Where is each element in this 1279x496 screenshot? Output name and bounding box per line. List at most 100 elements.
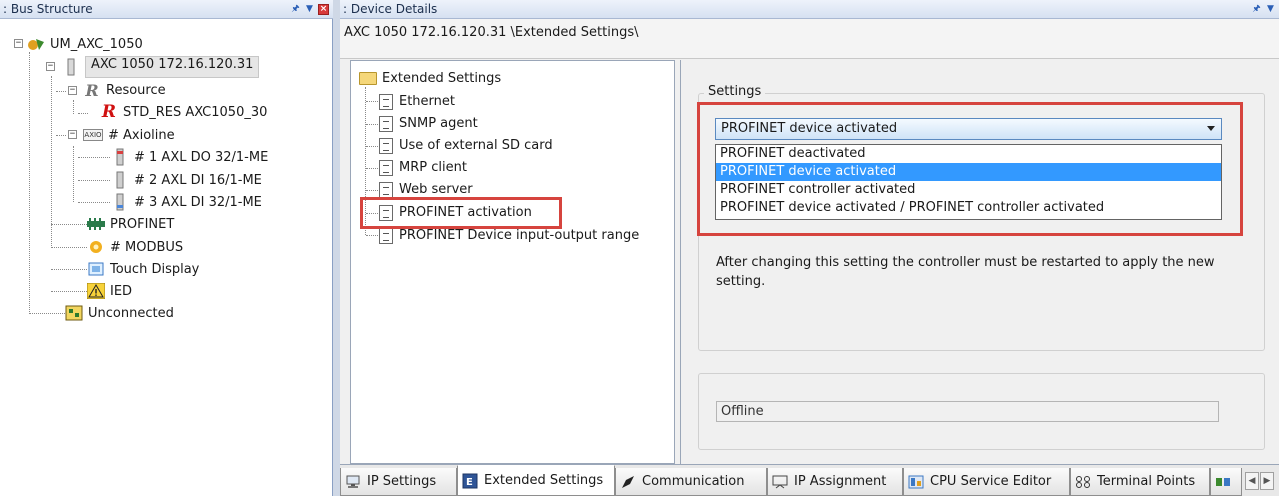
settings-item-label: Use of external SD card [399,138,553,153]
settings-page-icon [379,227,393,244]
tree-label-controller: AXC 1050 172.16.120.31 [85,56,260,78]
module-icon [111,148,129,166]
tab-label: IP Assignment [794,473,887,489]
tree-node-module-3[interactable]: # 3 AXL DI 32/1-ME [111,191,262,213]
std-resource-icon: R [101,102,117,122]
restart-note: After changing this setting the controll… [716,255,1215,289]
detail-tabbar: IP Settings E Extended Settings Communic… [340,464,1279,496]
settings-area: Settings PROFINET device activated PROFI… [680,60,1279,464]
bus-structure-titlebar: : Bus Structure 🖈 ▼ × [0,0,333,19]
tree-node-ied[interactable]: IED [87,280,132,302]
device-path: AXC 1050 172.16.120.31 \Extended Setting… [344,25,639,40]
tab-ip-assignment[interactable]: IP Assignment [767,468,903,496]
expander-resource[interactable]: − [68,86,77,95]
tab-label: CPU Service Editor [930,473,1052,489]
tree-label-modbus: # MODBUS [110,239,184,255]
tree-node-resource[interactable]: R Resource [83,79,166,101]
tree-node-std-res[interactable]: R STD_RES AXC1050_30 [100,101,267,123]
settings-item-label: Ethernet [399,94,455,109]
device-details-panel: : Device Details 🖈 ▼ AXC 1050 172.16.120… [340,0,1279,496]
folder-icon [359,72,377,85]
settings-item-ethernet[interactable]: Ethernet [379,91,455,112]
tree-label-axioline: # Axioline [108,127,175,143]
tree-node-module-1[interactable]: # 1 AXL DO 32/1-ME [111,146,268,168]
tree-node-touch-display[interactable]: Touch Display [87,258,199,280]
tree-label-profinet: PROFINET [110,216,175,232]
settings-page-icon [379,115,393,132]
dropdown-arrow-icon[interactable]: ▼ [304,4,315,15]
device-details-title: : Device Details [343,2,438,16]
highlight-box-profinet-activation [360,197,562,229]
tab-scroll-left-icon[interactable]: ◀ [1245,472,1259,490]
tab-terminal-points[interactable]: Terminal Points [1070,468,1210,496]
unconnected-icon [65,305,83,321]
axioline-icon: AXIO [83,129,103,141]
controller-icon [62,58,80,76]
module-icon [111,193,129,211]
tree-folder-extended-settings[interactable]: Extended Settings [359,68,501,89]
tab-communication[interactable]: Communication [615,468,767,496]
pin-icon[interactable]: 🖈 [1251,4,1262,15]
tree-node-module-2[interactable]: # 2 AXL DI 16/1-ME [111,169,262,191]
settings-page-icon [379,159,393,176]
expander-axioline[interactable]: − [68,130,77,139]
tree-node-controller[interactable]: AXC 1050 172.16.120.31 [62,56,260,78]
svg-text:E: E [466,477,473,488]
tab-label: IP Settings [367,473,437,489]
expander-controller[interactable]: − [46,62,55,71]
tab-overflow[interactable] [1210,468,1242,496]
device-details-titlebar: : Device Details 🖈 ▼ [340,0,1279,19]
settings-group-title: Settings [704,84,766,99]
tree-node-root[interactable]: UM_AXC_1050 [27,33,143,55]
bus-structure-panel: : Bus Structure 🖈 ▼ × − − − − UM_AXC_105… [0,0,333,496]
settings-item-label: SNMP agent [399,116,478,131]
tree-node-profinet[interactable]: PROFINET [87,213,174,235]
tree-label-module: # 3 AXL DI 32/1-ME [134,194,262,210]
bus-structure-title: : Bus Structure [3,2,93,16]
cpu-service-icon [908,475,924,489]
warning-icon [87,283,105,299]
settings-page-icon [379,181,393,198]
tree-node-modbus[interactable]: # MODBUS [87,236,183,258]
highlight-box-profinet-mode [697,102,1243,236]
ip-assignment-icon [772,475,788,489]
profinet-icon [87,216,105,232]
close-icon[interactable]: × [318,3,329,15]
tree-label-std-res: STD_RES AXC1050_30 [123,104,268,120]
settings-page-icon [379,93,393,110]
tree-label-root: UM_AXC_1050 [50,36,143,52]
tree-label-ied: IED [110,283,133,299]
tab-extended-settings[interactable]: E Extended Settings [457,465,615,496]
tree-node-axioline[interactable]: AXIO # Axioline [83,124,175,146]
extended-settings-tree: Extended Settings Ethernet SNMP agent Us… [350,60,675,464]
settings-item-label: PROFINET Device input-output range [399,228,640,243]
terminal-points-icon [1075,475,1091,489]
folder-label: Extended Settings [382,71,502,86]
expander-root[interactable]: − [14,39,23,48]
tree-node-unconnected[interactable]: Unconnected [65,302,174,324]
tab-label: Communication [642,473,745,489]
resource-icon: R [85,80,99,100]
settings-page-icon [379,137,393,154]
tab-label: Extended Settings [484,472,604,488]
touch-display-icon [87,261,105,277]
device-path-bar: AXC 1050 172.16.120.31 \Extended Setting… [340,19,1279,59]
tab-cpu-service-editor[interactable]: CPU Service Editor [903,468,1070,496]
tree-label-resource: Resource [106,82,166,98]
module-icon [111,171,129,189]
dropdown-arrow-icon[interactable]: ▼ [1265,4,1276,15]
tree-label-module: # 2 AXL DI 16/1-ME [134,172,262,188]
extended-settings-icon: E [462,473,478,488]
tab-scroll-right-icon[interactable]: ▶ [1260,472,1274,490]
settings-item-snmp-agent[interactable]: SNMP agent [379,113,478,134]
tab-ip-settings[interactable]: IP Settings [340,468,457,496]
settings-item-sd-card[interactable]: Use of external SD card [379,135,553,156]
status-field: Offline [716,401,1219,422]
communication-icon [620,475,636,489]
network-tab-icon [1215,475,1231,489]
pin-icon[interactable]: 🖈 [290,4,301,15]
tree-label-touch-display: Touch Display [110,261,200,277]
settings-item-mrp-client[interactable]: MRP client [379,157,467,178]
settings-item-label: Web server [399,182,473,197]
tab-label: Terminal Points [1097,473,1196,489]
